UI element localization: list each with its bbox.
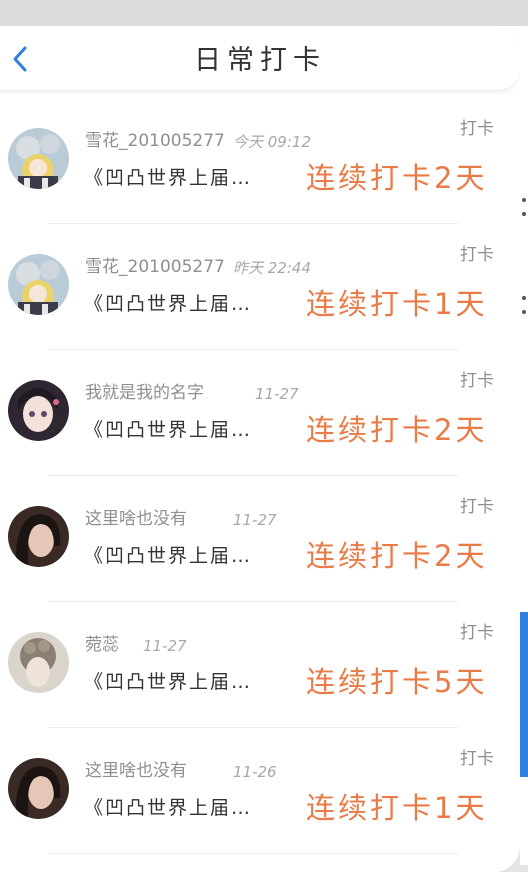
background-dot xyxy=(522,198,526,202)
streak-count: 连续打卡2天 xyxy=(306,413,488,447)
topic-title: 《凹凸世界上届… xyxy=(84,545,253,567)
dark-hair-photo-avatar-icon xyxy=(8,506,69,567)
topic-title: 《凹凸世界上届… xyxy=(84,671,253,693)
user-name: 雪花_201005277 xyxy=(85,131,225,151)
avatar[interactable] xyxy=(8,128,69,189)
user-name: 雪花_201005277 xyxy=(85,257,225,277)
checkin-time: 11-27 xyxy=(233,511,277,529)
checkin-list-item[interactable]: 这里啥也没有 11-26 《凹凸世界上届… 打卡 连续打卡1天 xyxy=(0,728,520,854)
avatar[interactable] xyxy=(8,254,69,315)
checkin-button[interactable]: 打卡 xyxy=(460,497,494,517)
user-name: 这里啥也没有 xyxy=(85,761,187,781)
background-dot xyxy=(522,296,526,300)
checkin-button[interactable]: 打卡 xyxy=(460,623,494,643)
checkin-time: 今天 09:12 xyxy=(233,133,311,151)
checkin-time: 11-27 xyxy=(143,637,187,655)
dark-hair-photo-avatar-icon xyxy=(8,758,69,819)
checkin-button[interactable]: 打卡 xyxy=(460,749,494,769)
avatar[interactable] xyxy=(8,380,69,441)
background-dot xyxy=(522,310,526,314)
checkin-time: 昨天 22:44 xyxy=(233,259,311,277)
checkin-time: 11-26 xyxy=(233,763,277,781)
checkin-button[interactable]: 打卡 xyxy=(460,119,494,139)
checkin-list-item[interactable]: 菀蕊 11-27 《凹凸世界上届… 打卡 连续打卡5天 xyxy=(0,602,520,728)
streak-count: 连续打卡1天 xyxy=(306,287,488,321)
checkin-button[interactable]: 打卡 xyxy=(460,245,494,265)
user-name: 菀蕊 xyxy=(85,635,119,655)
scrollbar-thumb[interactable] xyxy=(520,612,528,777)
checkin-list-item[interactable]: 我就是我的名字 11-27 《凹凸世界上届… 打卡 连续打卡2天 xyxy=(0,350,520,476)
streak-count: 连续打卡2天 xyxy=(306,161,488,195)
checkin-list: 雪花_201005277 今天 09:12 《凹凸世界上届… 打卡 连续打卡2天 xyxy=(0,98,520,854)
avatar[interactable] xyxy=(8,632,69,693)
braided-hair-photo-avatar-icon xyxy=(8,632,69,693)
anime-character-avatar-icon xyxy=(8,254,69,315)
page-title: 日常打卡 xyxy=(194,45,326,76)
background-dot xyxy=(522,212,526,216)
topic-title: 《凹凸世界上届… xyxy=(84,167,253,189)
topic-title: 《凹凸世界上届… xyxy=(84,797,253,819)
avatar[interactable] xyxy=(8,506,69,567)
checkin-list-item[interactable]: 雪花_201005277 今天 09:12 《凹凸世界上届… 打卡 连续打卡2天 xyxy=(0,98,520,224)
streak-count: 连续打卡5天 xyxy=(306,665,488,699)
status-bar-strip xyxy=(0,0,528,26)
header-bar: 日常打卡 xyxy=(0,26,520,91)
anime-character-avatar-icon xyxy=(8,128,69,189)
topic-title: 《凹凸世界上届… xyxy=(84,293,253,315)
checkin-time: 11-27 xyxy=(255,385,299,403)
checkin-list-item[interactable]: 雪花_201005277 昨天 22:44 《凹凸世界上届… 打卡 连续打卡1天 xyxy=(0,224,520,350)
streak-count: 连续打卡2天 xyxy=(306,539,488,573)
user-name: 这里啥也没有 xyxy=(85,509,187,529)
avatar[interactable] xyxy=(8,758,69,819)
topic-title: 《凹凸世界上届… xyxy=(84,419,253,441)
anime-girl-avatar-icon xyxy=(8,380,69,441)
checkin-panel: 日常打卡 雪花_201005277 今天 09:12 《凹凸世界上届… 打卡 连… xyxy=(0,26,520,872)
user-name: 我就是我的名字 xyxy=(85,383,204,403)
checkin-button[interactable]: 打卡 xyxy=(460,371,494,391)
divider xyxy=(48,853,458,854)
streak-count: 连续打卡1天 xyxy=(306,791,488,825)
checkin-list-item[interactable]: 这里啥也没有 11-27 《凹凸世界上届… 打卡 连续打卡2天 xyxy=(0,476,520,602)
